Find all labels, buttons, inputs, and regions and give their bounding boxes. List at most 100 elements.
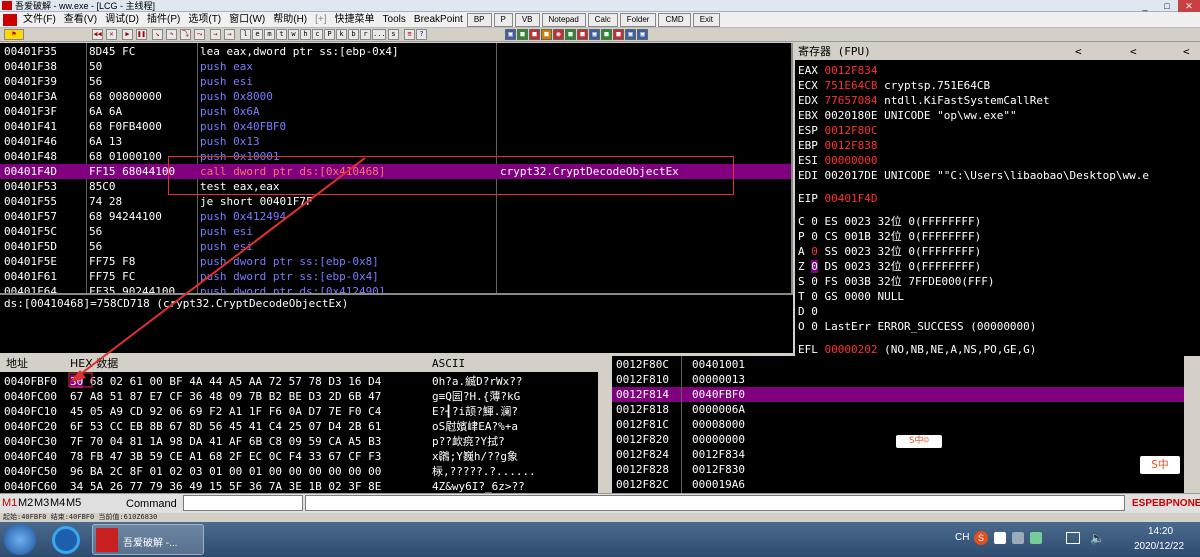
menu-window[interactable]: 窗口(W) (225, 12, 269, 28)
dump-byte[interactable]: 47 (110, 450, 123, 463)
dump-byte[interactable]: 68 (90, 375, 103, 388)
tab-m3[interactable]: M3 (34, 497, 49, 509)
dump-byte[interactable]: D3 (328, 375, 341, 388)
reg-prev-icon[interactable]: < (1075, 43, 1082, 60)
dump-byte[interactable]: 44 (209, 375, 222, 388)
plugin-icon-6[interactable]: ■ (565, 29, 576, 40)
stack-scrollbar[interactable] (1184, 356, 1200, 493)
register-line[interactable]: ECX 751E64CB cryptsp.751E64CB (798, 78, 990, 93)
flag-line[interactable]: Z 0 DS 0023 32位 0(FFFFFFFF) (798, 259, 981, 274)
dump-byte[interactable]: F4 (289, 450, 302, 463)
menu-expand[interactable]: [+] (311, 12, 330, 28)
dump-byte[interactable]: F0 (348, 405, 361, 418)
win-s-button[interactable]: s (388, 29, 399, 40)
dump-byte[interactable]: 6F (70, 420, 83, 433)
register-line[interactable]: EAX 0012F834 (798, 63, 877, 78)
dump-byte[interactable]: B2 (269, 390, 282, 403)
dump-byte[interactable]: 00 (269, 465, 282, 478)
reg-value[interactable]: 77657084 (825, 94, 878, 107)
reg-value[interactable]: 0012F838 (825, 139, 878, 152)
tab-m4[interactable]: M4 (50, 497, 65, 509)
register-efl[interactable]: EFL 00000202 (NO,NB,NE,A,NS,PO,GE,G) (798, 342, 1036, 356)
dump-byte[interactable]: 67 (328, 450, 341, 463)
plugin-folder-button[interactable]: Folder (619, 12, 657, 27)
plugin-notepad-button[interactable]: Notepad (541, 12, 586, 27)
step-over-icon[interactable]: ↷ (166, 29, 177, 40)
dump-byte[interactable]: 7B (249, 390, 262, 403)
dump-byte[interactable]: 00 (309, 465, 322, 478)
stack-row[interactable]: 0012F82C 000019A6 (612, 477, 1200, 492)
command-dropdown[interactable] (305, 495, 1125, 511)
dump-byte[interactable]: BE (289, 390, 302, 403)
disasm-row[interactable]: 00401F41 68 F0FB4000 push 0x40FBF0 (0, 119, 791, 134)
dump-byte[interactable]: 92 (150, 405, 163, 418)
flag-value[interactable]: 0 (811, 215, 818, 228)
dump-byte[interactable]: 5F (229, 480, 242, 493)
plugin-icon-3[interactable]: ■ (529, 29, 540, 40)
dump-byte[interactable]: 7E (328, 405, 341, 418)
tab-m1[interactable]: M1 (2, 497, 17, 509)
win-p-button[interactable]: P (324, 29, 335, 40)
dump-byte[interactable]: 06 (169, 405, 182, 418)
dump-byte[interactable]: 59 (150, 450, 163, 463)
disasm-row[interactable]: 00401F61 FF75 FC push dword ptr ss:[ebp-0x… (0, 269, 791, 284)
dump-byte[interactable]: 7F (70, 435, 83, 448)
dump-byte[interactable]: BA (90, 465, 103, 478)
dump-byte[interactable]: CC (110, 420, 123, 433)
goto-icon[interactable]: → (224, 29, 235, 40)
dump-byte[interactable]: 45 (70, 405, 83, 418)
dump-byte[interactable]: 0C (269, 450, 282, 463)
dump-byte[interactable]: 59 (309, 435, 322, 448)
disasm-row[interactable]: 00401F55 74 28 je short 00401F7F (0, 194, 791, 209)
help-icon[interactable]: ? (416, 29, 427, 40)
dump-byte[interactable]: 51 (110, 390, 123, 403)
dump-byte[interactable]: 02 (110, 375, 123, 388)
plugin-cmd-button[interactable]: CMD (658, 12, 691, 27)
plugin-exit-button[interactable]: Exit (692, 12, 721, 27)
dump-byte[interactable]: A1 (189, 450, 202, 463)
disasm-row[interactable]: 00401F35 8D45 FC lea eax,dword ptr ss:[ebp… (0, 44, 791, 59)
dump-byte[interactable]: 67 (70, 390, 83, 403)
reg-value[interactable]: 002017DE (825, 169, 878, 182)
disasm-row[interactable]: 00401F46 6A 13 push 0x13 (0, 134, 791, 149)
execute-till-return-icon[interactable]: → (210, 29, 221, 40)
register-tabs[interactable]: ESPEBPNONE (1132, 498, 1200, 509)
plugin-calc-button[interactable]: Calc (587, 12, 618, 27)
plugin-icon-8[interactable]: ▣ (589, 29, 600, 40)
win-w-button[interactable]: w (288, 29, 299, 40)
disasm-row[interactable]: 00401F38 50 push eax (0, 59, 791, 74)
dump-byte[interactable]: 98 (169, 435, 182, 448)
dump-byte[interactable]: A5 (229, 375, 242, 388)
maximize-button[interactable]: □ (1156, 0, 1178, 12)
sogou-tray-icon[interactable]: S (974, 531, 988, 545)
tab-m5[interactable]: M5 (66, 497, 81, 509)
register-line[interactable]: EBX 0020180E UNICODE "op\ww.exe"" (798, 108, 1017, 123)
flag-line[interactable]: T 0 GS 0000 NULL (798, 289, 904, 304)
plugin-icon-5[interactable]: ◉ (553, 29, 564, 40)
dump-byte[interactable]: 67 (169, 420, 182, 433)
reg-value[interactable]: 0012F834 (825, 64, 878, 77)
volume-icon[interactable]: 🔈 (1090, 531, 1105, 545)
dump-byte[interactable]: CE (169, 450, 182, 463)
plugin-icon-4[interactable]: ■ (541, 29, 552, 40)
dump-byte[interactable]: BF (169, 375, 182, 388)
dump-byte[interactable]: 7A (269, 480, 282, 493)
dump-byte[interactable]: C4 (269, 420, 282, 433)
open-icon[interactable]: ⚑ (4, 29, 24, 40)
tray-icon-3[interactable] (1012, 532, 1024, 544)
memory-dump-pane[interactable]: 地址 HEX 数据 ASCII 0040FBF0 30 68 02 61 00 B… (0, 356, 610, 493)
plugin-p-button[interactable]: P (493, 12, 513, 27)
dump-byte[interactable]: 57 (289, 375, 302, 388)
registers-pane[interactable]: 寄存器 (FPU) < < < EAX 0012F834 ECX 751E64C… (795, 43, 1200, 356)
plugin-icon-2[interactable]: ■ (517, 29, 528, 40)
dump-byte[interactable]: 69 (189, 405, 202, 418)
win-t-button[interactable]: t (276, 29, 287, 40)
dump-byte[interactable]: 2D (328, 390, 341, 403)
flag-value[interactable]: 0 (811, 260, 818, 273)
plugin-icon-7[interactable]: ■ (577, 29, 588, 40)
dump-byte[interactable]: 09 (289, 435, 302, 448)
win-b-button[interactable]: b (348, 29, 359, 40)
dump-byte[interactable]: 15 (209, 480, 222, 493)
dump-byte[interactable]: 3E (289, 480, 302, 493)
dump-byte[interactable]: F6 (269, 405, 282, 418)
